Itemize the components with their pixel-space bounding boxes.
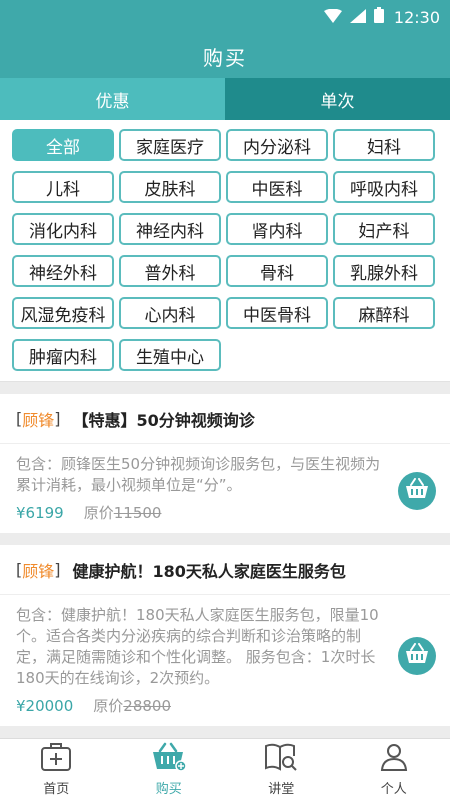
bottom-nav: 首页 购买 讲堂 个人 — [0, 738, 450, 800]
category-chip[interactable]: 内分泌科 — [226, 129, 328, 161]
bracket-close: ] — [54, 409, 61, 428]
product-card[interactable]: [顾锋] 【特惠】50分钟视频询诊 包含：顾锋医生50分钟视频询诊服务包，与医生… — [0, 394, 450, 533]
page-title: 购买 — [203, 45, 247, 70]
tab-single[interactable]: 单次 — [225, 78, 450, 120]
tab-label: 优惠 — [95, 91, 130, 112]
category-chip[interactable]: 呼吸内科 — [333, 171, 435, 203]
category-chip[interactable]: 神经外科 — [12, 255, 114, 287]
tab-label: 单次 — [320, 91, 355, 112]
battery-icon — [373, 7, 384, 27]
basket-add-icon — [404, 643, 430, 669]
nav-home[interactable]: 首页 — [0, 739, 113, 800]
original-price: 原价11500 — [84, 502, 162, 523]
category-chip[interactable]: 生殖中心 — [119, 339, 221, 371]
doctor-brand: 顾锋 — [22, 410, 55, 430]
category-chip[interactable]: 妇产科 — [333, 213, 435, 245]
add-to-basket-button[interactable] — [398, 637, 436, 675]
medical-kit-icon — [40, 742, 72, 776]
nav-label: 首页 — [43, 782, 70, 797]
category-chip[interactable]: 儿科 — [12, 171, 114, 203]
original-price-value: 11500 — [113, 504, 162, 522]
category-chip[interactable]: 风湿免疫科 — [12, 297, 114, 329]
product-price: ¥20000 — [16, 697, 74, 715]
category-chip[interactable]: 肿瘤内科 — [12, 339, 114, 371]
category-chip[interactable]: 中医科 — [226, 171, 328, 203]
doctor-brand: 顾锋 — [22, 561, 55, 581]
category-chip[interactable]: 神经内科 — [119, 213, 221, 245]
person-icon — [379, 742, 409, 776]
category-chip[interactable]: 皮肤科 — [119, 171, 221, 203]
wifi-icon — [323, 8, 342, 27]
product-description: 包含：顾锋医生50分钟视频询诊服务包，与医生视频为累计消耗，最小视频单位是“分”… — [16, 455, 381, 494]
product-body: 包含：健康护航！180天私人家庭医生服务包，限量10个。适合各类内分泌疾病的综合… — [0, 595, 450, 726]
category-chip[interactable]: 中医骨科 — [226, 297, 328, 329]
basket-icon — [151, 742, 187, 776]
product-title-row: [顾锋] 【特惠】50分钟视频询诊 — [0, 394, 450, 444]
basket-add-icon — [404, 478, 430, 504]
category-chip[interactable]: 骨科 — [226, 255, 328, 287]
tab-discount[interactable]: 优惠 — [0, 78, 225, 120]
product-title-row: [顾锋] 健康护航！180天私人家庭医生服务包 — [0, 545, 450, 595]
product-price: ¥6199 — [16, 504, 64, 522]
price-row: ¥20000 原价28800 — [16, 695, 390, 716]
signal-icon — [349, 8, 366, 27]
category-chip[interactable]: 肾内科 — [226, 213, 328, 245]
app-root: 12:30 购买 优惠 单次 全部 家庭医疗 内分泌科 妇科 儿科 皮肤科 中医… — [0, 0, 450, 800]
original-price-value: 28800 — [123, 697, 171, 715]
bracket-close: ] — [54, 560, 61, 579]
page-header: 购买 — [0, 34, 450, 78]
nav-profile[interactable]: 个人 — [338, 739, 450, 800]
category-chip[interactable]: 普外科 — [119, 255, 221, 287]
product-card[interactable]: [顾锋] 健康护航！180天私人家庭医生服务包 包含：健康护航！180天私人家庭… — [0, 545, 450, 726]
original-price: 原价28800 — [93, 695, 171, 716]
category-chip[interactable]: 麻醉科 — [333, 297, 435, 329]
category-chip[interactable]: 乳腺外科 — [333, 255, 435, 287]
price-row: ¥6199 原价11500 — [16, 502, 390, 523]
nav-lecture[interactable]: 讲堂 — [225, 739, 338, 800]
category-chip[interactable]: 心内科 — [119, 297, 221, 329]
status-bar: 12:30 — [0, 0, 450, 34]
product-body: 包含：顾锋医生50分钟视频询诊服务包，与医生视频为累计消耗，最小视频单位是“分”… — [0, 444, 450, 533]
status-time: 12:30 — [393, 7, 440, 27]
section-divider — [0, 382, 450, 394]
tab-bar: 优惠 单次 — [0, 78, 450, 120]
nav-label: 购买 — [155, 782, 182, 797]
category-grid: 全部 家庭医疗 内分泌科 妇科 儿科 皮肤科 中医科 呼吸内科 消化内科 神经内… — [0, 120, 450, 382]
category-chip[interactable]: 妇科 — [333, 129, 435, 161]
add-to-basket-button[interactable] — [398, 472, 436, 510]
category-chip[interactable]: 全部 — [12, 129, 114, 161]
category-chip[interactable]: 消化内科 — [12, 213, 114, 245]
nav-buy[interactable]: 购买 — [113, 739, 226, 800]
original-price-label: 原价 — [83, 504, 114, 522]
book-search-icon — [264, 742, 298, 776]
product-title: 【特惠】50分钟视频询诊 — [72, 410, 255, 430]
original-price-label: 原价 — [93, 697, 124, 715]
nav-label: 讲堂 — [268, 782, 295, 797]
nav-label: 个人 — [380, 782, 407, 797]
product-title: 健康护航！180天私人家庭医生服务包 — [72, 561, 346, 581]
product-description: 包含：健康护航！180天私人家庭医生服务包，限量10个。适合各类内分泌疾病的综合… — [16, 606, 379, 687]
category-chip[interactable]: 家庭医疗 — [119, 129, 221, 161]
